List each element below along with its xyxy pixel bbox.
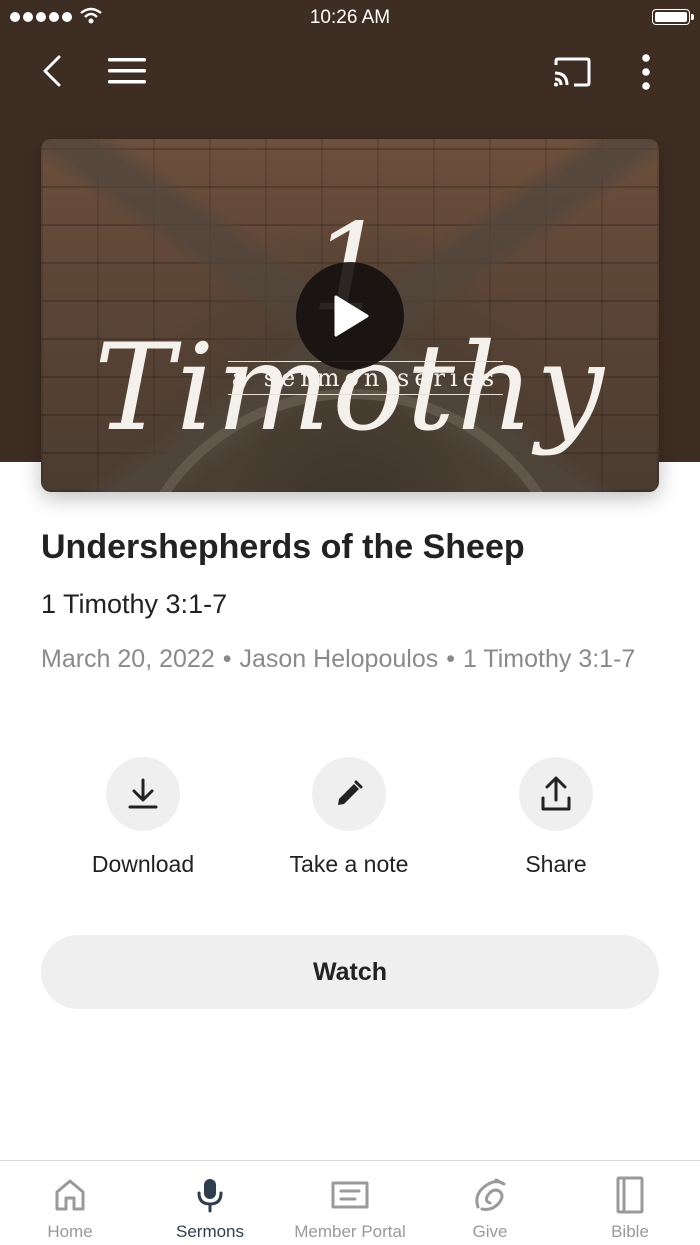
download-button-circle[interactable] xyxy=(106,757,180,831)
battery-icon xyxy=(652,9,694,25)
cast-button[interactable] xyxy=(548,52,596,92)
hamburger-menu-icon xyxy=(108,58,146,84)
tab-member-portal-label: Member Portal xyxy=(294,1222,406,1241)
pencil-icon xyxy=(338,780,363,805)
tab-bar: Home Sermons Member Portal Give Bible xyxy=(0,1160,700,1245)
sermon-speaker: Jason Helopoulos xyxy=(239,645,439,673)
sermon-date: March 20, 2022 xyxy=(41,645,215,673)
meta-separator: • xyxy=(446,645,455,673)
play-button[interactable] xyxy=(296,262,404,370)
share-label: Share xyxy=(525,851,587,877)
tab-home-label: Home xyxy=(47,1222,93,1241)
sermon-artwork[interactable]: 1 Timothy a sermon series xyxy=(41,139,659,492)
sermon-passage: 1 Timothy 3:1-7 xyxy=(41,589,228,619)
tab-give-label: Give xyxy=(472,1222,508,1241)
back-button[interactable] xyxy=(32,50,72,92)
sermon-series-passage: 1 Timothy 3:1-7 xyxy=(463,645,636,673)
tab-sermons[interactable]: Sermons xyxy=(140,1161,280,1245)
download-icon xyxy=(128,778,158,809)
take-note-button[interactable]: Take a note xyxy=(249,757,449,878)
download-button[interactable]: Download xyxy=(43,757,243,878)
watch-button[interactable]: Watch xyxy=(41,935,659,1009)
cast-icon xyxy=(554,57,591,87)
take-note-button-circle[interactable] xyxy=(312,757,386,831)
tab-give[interactable]: Give xyxy=(420,1161,560,1245)
share-icon xyxy=(541,776,571,811)
tab-home[interactable]: Home xyxy=(0,1161,140,1245)
tab-bible-label: Bible xyxy=(611,1222,649,1241)
chevron-left-icon xyxy=(43,55,61,87)
share-button-circle[interactable] xyxy=(519,757,593,831)
more-options-button[interactable] xyxy=(630,50,662,94)
home-icon xyxy=(55,1179,85,1211)
menu-button[interactable] xyxy=(104,52,150,90)
download-label: Download xyxy=(91,851,195,877)
tab-sermons-label: Sermons xyxy=(175,1222,245,1241)
tab-bible[interactable]: Bible xyxy=(560,1161,700,1245)
meta-separator: • xyxy=(222,645,232,673)
microphone-icon xyxy=(197,1179,223,1213)
status-time: 10:26 AM xyxy=(309,7,391,28)
sermon-title: Undershepherds of the Sheep xyxy=(41,528,525,566)
sermon-meta: March 20, 2022 • Jason Helopoulos • 1 Timoth… xyxy=(41,640,651,679)
status-bar: 10:26 AM xyxy=(0,0,700,36)
more-vertical-icon xyxy=(642,54,650,90)
tab-member-portal[interactable]: Member Portal xyxy=(280,1161,420,1245)
play-icon xyxy=(334,295,369,337)
give-icon xyxy=(475,1178,506,1211)
take-note-label: Take a note xyxy=(289,851,409,877)
share-button[interactable]: Share xyxy=(456,757,656,878)
portal-icon xyxy=(331,1181,369,1209)
book-icon xyxy=(616,1176,644,1214)
